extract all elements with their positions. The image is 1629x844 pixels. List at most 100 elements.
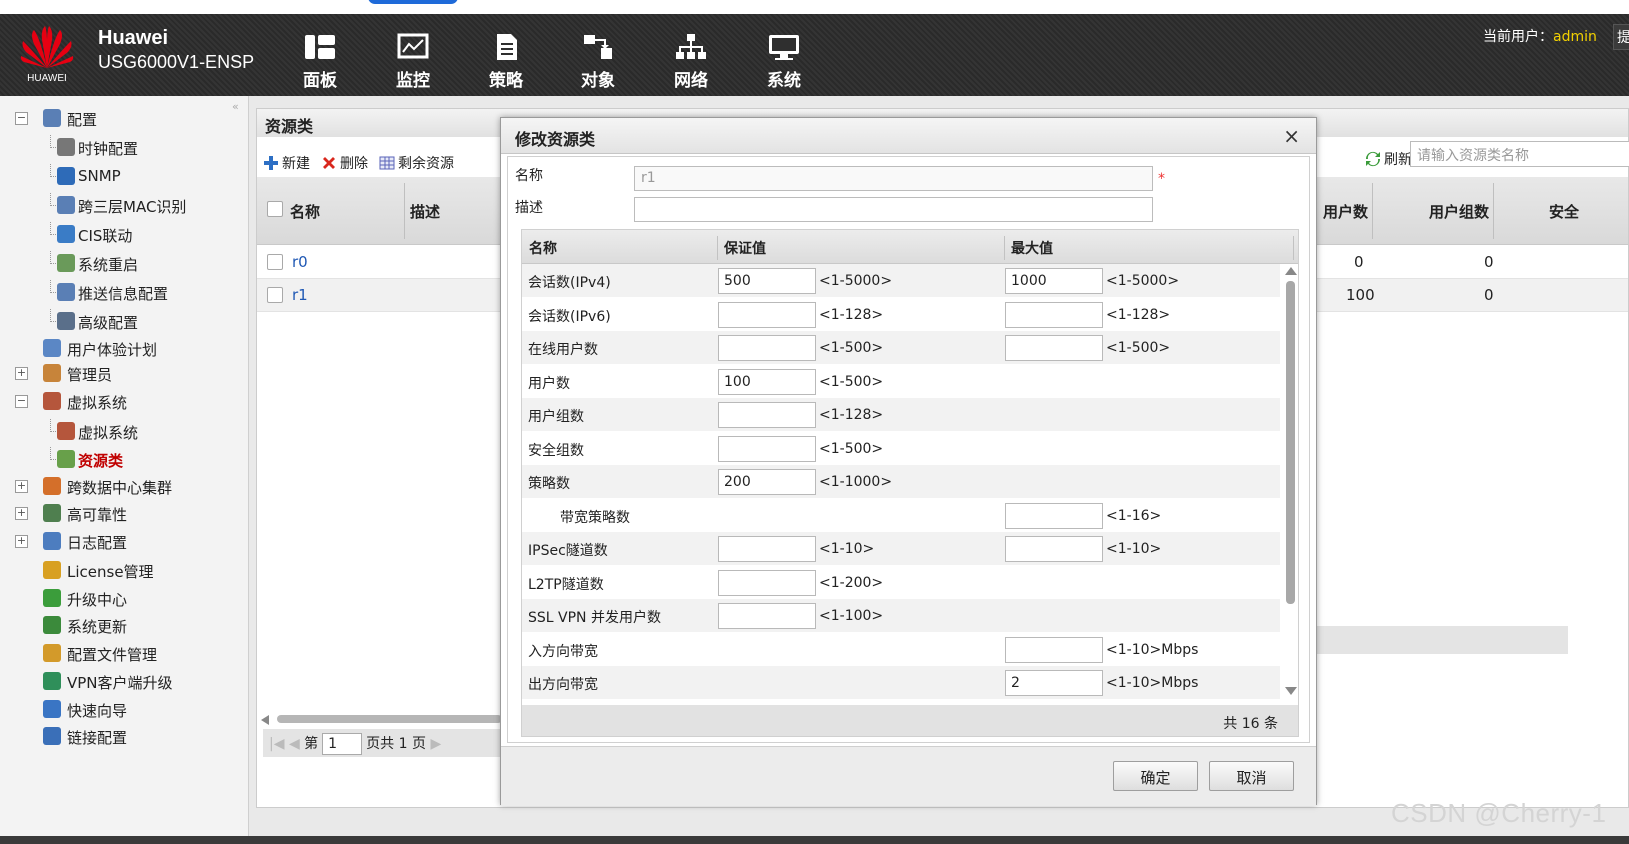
sidebar-item[interactable]: + 日志配置	[0, 529, 249, 555]
horizontal-scrollbar[interactable]	[257, 712, 502, 726]
sidebar-item[interactable]: 链接配置	[0, 724, 249, 750]
sidebar-item-icon	[43, 532, 61, 550]
guarantee-input[interactable]	[718, 301, 816, 328]
guarantee-input[interactable]	[718, 335, 816, 361]
collapse-icon[interactable]: −	[15, 112, 28, 125]
sidebar-item[interactable]: 高级配置	[0, 309, 249, 335]
expand-icon[interactable]: +	[15, 480, 28, 493]
expand-icon[interactable]: +	[15, 535, 28, 548]
sidebar-item[interactable]: 虚拟系统	[0, 419, 249, 445]
nav-system[interactable]: 系统	[754, 32, 814, 91]
sidebar-item[interactable]: CIS联动	[0, 222, 249, 248]
sidebar-item[interactable]: + 高可靠性	[0, 501, 249, 527]
first-page-icon[interactable]: |◀	[269, 736, 284, 752]
sidebar-item[interactable]: License管理	[0, 558, 249, 584]
guarantee-input[interactable]	[718, 402, 816, 428]
col-name[interactable]: 名称	[290, 201, 320, 222]
max-input[interactable]	[1005, 636, 1103, 663]
expand-icon[interactable]: +	[15, 367, 28, 380]
max-input[interactable]	[1005, 301, 1103, 328]
sidebar-item-label: 快速向导	[67, 702, 128, 720]
sidebar-item[interactable]: − 配置	[0, 106, 249, 132]
search-input[interactable]: 请输入资源类名称	[1410, 141, 1629, 167]
sidebar-item-icon	[43, 364, 61, 382]
page-input[interactable]: 1	[322, 733, 363, 755]
remaining-label: 剩余资源	[398, 156, 454, 172]
refresh-button[interactable]: 刷新	[1365, 149, 1412, 169]
nav-monitor[interactable]: 监控	[383, 32, 443, 91]
row-users: 100	[1346, 286, 1375, 304]
resource-row: 在线用户数 <1-500> <1-500>	[522, 331, 1280, 365]
desc-field[interactable]	[634, 197, 1153, 222]
scroll-thumb[interactable]	[1286, 281, 1295, 604]
sidebar-item[interactable]: 升级中心	[0, 586, 249, 612]
header-more-button[interactable]: 提	[1613, 24, 1629, 50]
cancel-button[interactable]: 取消	[1209, 761, 1294, 791]
guarantee-input[interactable]: 200	[718, 469, 816, 495]
th-name: 名称	[529, 241, 557, 257]
sidebar-item[interactable]: − 虚拟系统	[0, 389, 249, 415]
scroll-down-icon[interactable]	[1285, 687, 1297, 695]
sidebar-item[interactable]: + 跨数据中心集群	[0, 474, 249, 500]
row-checkbox[interactable]	[267, 254, 283, 270]
sidebar-item-label: VPN客户端升级	[67, 674, 173, 692]
resource-row: 用户数 100 <1-500>	[522, 365, 1280, 398]
guarantee-input[interactable]	[718, 536, 816, 562]
close-icon[interactable]: ×	[1283, 124, 1300, 148]
sidebar-item[interactable]: 资源类	[0, 447, 249, 473]
collapse-icon[interactable]: −	[15, 395, 28, 408]
scroll-thumb[interactable]	[277, 715, 502, 723]
nav-object[interactable]: 对象	[568, 32, 628, 91]
col-desc[interactable]: 描述	[410, 201, 440, 222]
max-input[interactable]: 1000	[1005, 268, 1103, 294]
remaining-resources-button[interactable]: 剩余资源	[379, 153, 454, 173]
guarantee-input[interactable]: 500	[718, 268, 816, 294]
current-user-name[interactable]: admin	[1553, 29, 1597, 45]
prev-page-icon[interactable]: ◀	[289, 736, 300, 752]
max-input[interactable]	[1005, 335, 1103, 361]
sidebar-item[interactable]: 时钟配置	[0, 135, 249, 161]
col-user-groups[interactable]: 用户组数	[1429, 201, 1489, 222]
scroll-up-icon[interactable]	[1285, 267, 1297, 275]
max-input[interactable]: 2	[1005, 670, 1103, 696]
name-field[interactable]: r1	[634, 166, 1153, 191]
scroll-left-icon[interactable]	[261, 715, 269, 725]
nav-policy[interactable]: 策略	[476, 32, 536, 91]
row-name-link[interactable]: r0	[292, 253, 308, 271]
sidebar-item[interactable]: 用户体验计划	[0, 336, 249, 362]
sidebar-item[interactable]: SNMP	[0, 164, 249, 190]
next-page-icon[interactable]: ▶	[430, 736, 441, 752]
guarantee-input[interactable]: 100	[718, 368, 816, 395]
sidebar-item[interactable]: 系统重启	[0, 251, 249, 277]
resource-name: 出方向带宽	[528, 677, 598, 693]
sidebar-item[interactable]: 推送信息配置	[0, 280, 249, 306]
sidebar-item[interactable]: 系统更新	[0, 613, 249, 639]
sidebar-item[interactable]: VPN客户端升级	[0, 669, 249, 695]
row-name-link[interactable]: r1	[292, 286, 308, 304]
sidebar-item-icon	[43, 616, 61, 634]
guarantee-input[interactable]	[718, 569, 816, 596]
new-button[interactable]: 新建	[263, 153, 310, 173]
select-all-checkbox[interactable]	[267, 201, 283, 217]
sidebar-item[interactable]: 快速向导	[0, 697, 249, 723]
nav-dashboard[interactable]: 面板	[290, 32, 350, 91]
ok-button[interactable]: 确定	[1113, 761, 1198, 791]
guarantee-input[interactable]	[718, 435, 816, 462]
guarantee-input[interactable]	[718, 603, 816, 629]
max-input[interactable]	[1005, 502, 1103, 529]
vertical-scrollbar[interactable]	[1284, 265, 1298, 699]
col-users[interactable]: 用户数	[1323, 201, 1368, 222]
nav-network[interactable]: 网络	[661, 32, 721, 91]
browser-tab-pill[interactable]	[368, 0, 458, 4]
sidebar-item[interactable]: + 管理员	[0, 361, 249, 387]
table-header: 名称 保证值 最大值	[522, 230, 1298, 264]
status-bar	[0, 836, 1629, 844]
delete-button[interactable]: 删除	[321, 153, 368, 173]
sidebar-item[interactable]: 跨三层MAC识别	[0, 193, 249, 219]
col-security[interactable]: 安全	[1549, 201, 1579, 222]
sidebar-item[interactable]: 配置文件管理	[0, 641, 249, 667]
max-input[interactable]	[1005, 536, 1103, 562]
nav-label: 对象	[581, 71, 615, 91]
expand-icon[interactable]: +	[15, 507, 28, 520]
row-checkbox[interactable]	[267, 287, 283, 303]
